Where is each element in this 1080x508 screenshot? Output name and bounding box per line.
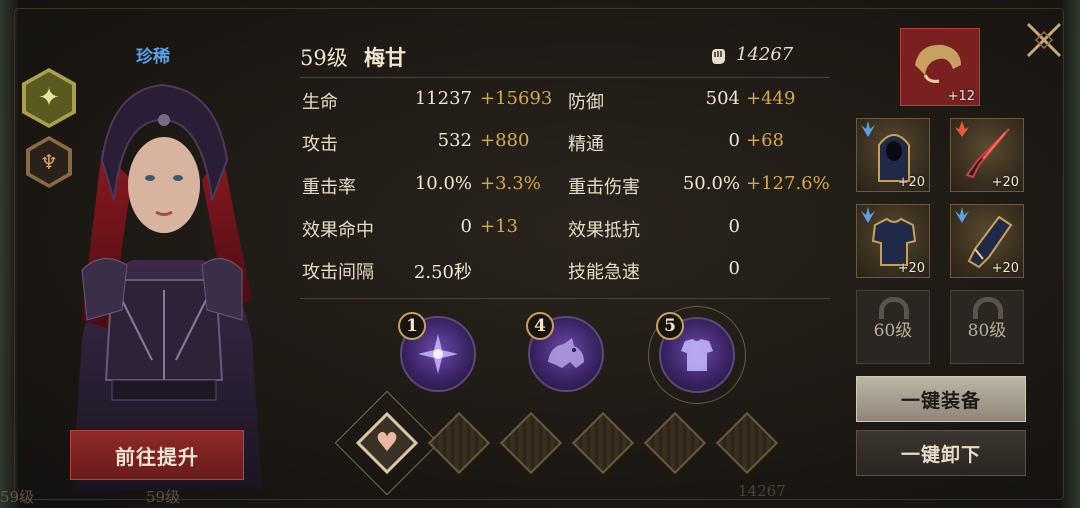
equipment-level: +20 xyxy=(897,175,925,190)
locked-slot-2[interactable]: 80级 xyxy=(950,290,1024,364)
stat-base-value: 0 xyxy=(728,130,740,151)
armor-icon xyxy=(681,339,713,371)
stat-row: 重击伤害 50.0% +127.6% xyxy=(568,173,830,203)
hero-name: 梅甘 xyxy=(364,45,406,70)
stat-base-value: 0 xyxy=(728,258,740,279)
equipment-level: +12 xyxy=(947,89,975,104)
stat-label: 重击伤害 xyxy=(568,177,640,198)
stat-label: 重击率 xyxy=(302,177,356,198)
equipment-slot-chest[interactable]: +20 xyxy=(856,204,930,278)
power-value: 14267 xyxy=(736,44,794,65)
beast-icon xyxy=(548,338,584,368)
stat-label: 生命 xyxy=(302,92,338,113)
stat-label: 攻击 xyxy=(302,134,338,155)
equipment-slot-head[interactable]: +20 xyxy=(856,118,930,192)
gem-slot-6[interactable] xyxy=(715,411,779,475)
stat-bonus-value: +880 xyxy=(480,130,530,151)
equipment-level: +20 xyxy=(897,261,925,276)
stat-base-value: 504 xyxy=(705,88,740,109)
stat-row: 效果命中 0 +13 xyxy=(302,216,562,246)
stat-label: 攻击间隔 xyxy=(302,262,374,283)
skill-number-2: 4 xyxy=(526,312,554,340)
gem-slot-3[interactable] xyxy=(499,411,563,475)
equipment-level: +20 xyxy=(991,175,1019,190)
stat-base-value: 2.50秒 xyxy=(413,262,472,283)
close-icon[interactable] xyxy=(1022,18,1066,62)
stat-base-value: 11237 xyxy=(414,88,472,109)
hero-header: 59级 梅甘 14267 xyxy=(300,38,830,78)
stat-label: 效果命中 xyxy=(302,220,374,241)
stat-bonus-value: +15693 xyxy=(480,88,553,109)
locked-slot-1[interactable]: 60级 xyxy=(856,290,930,364)
equipment-slot-weapon[interactable]: +20 xyxy=(950,118,1024,192)
stat-bonus-value: +13 xyxy=(480,216,518,237)
equipment-level: +20 xyxy=(991,261,1019,276)
fist-icon xyxy=(712,49,725,64)
stat-label: 防御 xyxy=(568,92,604,113)
stat-base-value: 0 xyxy=(728,216,740,237)
skill-number-3: 5 xyxy=(656,312,684,340)
stat-bonus-value: +3.3% xyxy=(480,173,541,194)
stat-row: 精通 0 +68 xyxy=(568,130,828,160)
gem-slot-5[interactable] xyxy=(643,411,707,475)
rarity-label: 珍稀 xyxy=(136,47,170,67)
stat-label: 效果抵抗 xyxy=(568,220,640,241)
stat-base-value: 532 xyxy=(437,130,472,151)
stat-row: 防御 504 +449 xyxy=(568,88,828,118)
stat-base-value: 10.0% xyxy=(414,173,472,194)
unequip-all-button[interactable]: 一键卸下 xyxy=(856,430,1026,476)
stat-row: 技能急速 0 xyxy=(568,258,828,288)
skill-number-1: 1 xyxy=(398,312,426,340)
stats-divider xyxy=(300,298,830,299)
hero-detail-panel: 珍稀 ✦ ♆ 前往提升 59级 59级 14267 59级 梅甘 14267 生… xyxy=(0,0,1080,508)
background-edge-left xyxy=(0,0,18,508)
equipment-slot-horn[interactable]: +12 xyxy=(900,28,980,106)
stat-bonus-value: +68 xyxy=(746,130,784,151)
stat-bonus-value: +127.6% xyxy=(746,173,830,194)
background-edge-right xyxy=(1062,0,1080,508)
unlock-level: 80级 xyxy=(967,321,1007,341)
stat-row: 重击率 10.0% +3.3% xyxy=(302,173,562,203)
stat-label: 精通 xyxy=(568,134,604,155)
stat-row: 生命 11237 +15693 xyxy=(302,88,562,118)
hero-portrait xyxy=(72,83,262,490)
gem-slot-2[interactable] xyxy=(427,411,491,475)
stat-row: 攻击 532 +880 xyxy=(302,130,562,160)
stat-row: 攻击间隔 2.50秒 xyxy=(302,258,562,288)
stat-base-value: 50.0% xyxy=(682,173,740,194)
background-level-text-2: 59级 xyxy=(146,488,181,506)
hero-level: 59级 xyxy=(300,46,348,70)
heart-icon: ♥ xyxy=(375,428,399,458)
upgrade-button[interactable]: 前往提升 xyxy=(70,430,244,480)
lock-icon xyxy=(879,297,909,319)
stat-base-value: 0 xyxy=(460,216,472,237)
gem-slot-4[interactable] xyxy=(571,411,635,475)
stat-label: 技能急速 xyxy=(568,262,640,283)
horn-icon xyxy=(915,44,961,83)
star-burst-icon xyxy=(418,334,458,374)
background-level-text: 59级 xyxy=(0,488,35,506)
stat-row: 效果抵抗 0 xyxy=(568,216,828,246)
equipment-slot-hands[interactable]: +20 xyxy=(950,204,1024,278)
lock-icon xyxy=(973,297,1003,319)
background-power-text: 14267 xyxy=(738,482,786,500)
unlock-level: 60级 xyxy=(873,321,913,341)
equip-all-button[interactable]: 一键装备 xyxy=(856,376,1026,422)
stat-bonus-value: +449 xyxy=(746,88,796,109)
